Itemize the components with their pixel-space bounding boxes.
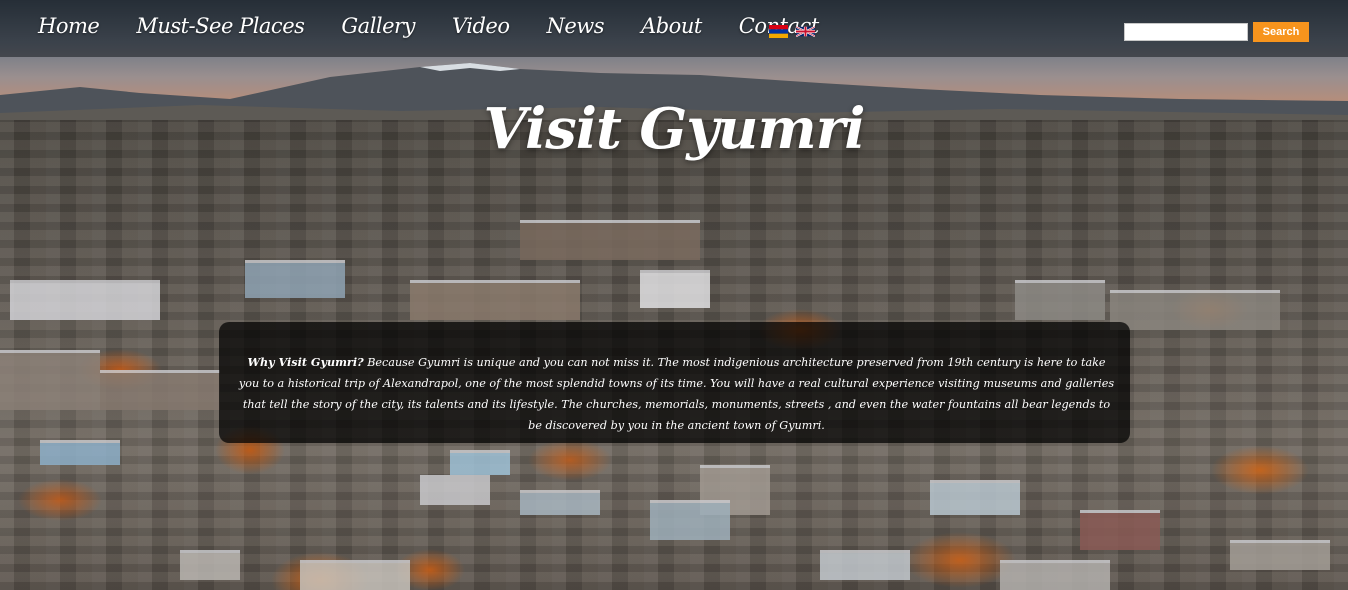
page-title: Visit Gyumri xyxy=(483,96,865,162)
top-navigation-bar: Home Must-See Places Gallery Video News … xyxy=(0,0,1348,57)
language-switcher xyxy=(769,25,815,38)
intro-panel: Why Visit Gyumri? Because Gyumri is uniq… xyxy=(219,322,1130,443)
hero-background-image xyxy=(0,0,1348,590)
armenia-flag-icon[interactable] xyxy=(769,25,788,38)
intro-text: Because Gyumri is unique and you can not… xyxy=(238,356,1115,432)
nav-must-see-places-link[interactable]: Must-See Places xyxy=(136,14,305,38)
uk-flag-icon[interactable] xyxy=(796,25,815,38)
search-input[interactable] xyxy=(1124,23,1248,41)
nav-menu: Home Must-See Places Gallery Video News … xyxy=(38,14,856,38)
nav-news-link[interactable]: News xyxy=(547,14,605,38)
nav-about-link[interactable]: About xyxy=(641,14,702,38)
intro-lead: Why Visit Gyumri? xyxy=(247,355,364,369)
nav-home-link[interactable]: Home xyxy=(38,14,100,38)
search-button[interactable]: Search xyxy=(1253,22,1309,42)
nav-video-link[interactable]: Video xyxy=(452,14,510,38)
nav-gallery-link[interactable]: Gallery xyxy=(341,14,415,38)
